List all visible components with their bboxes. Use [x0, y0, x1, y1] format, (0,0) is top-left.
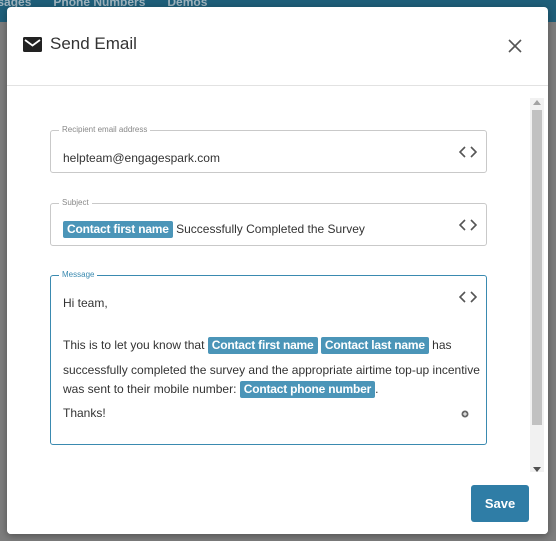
send-email-modal: Send Email Recipient email address helpt…: [7, 7, 548, 534]
message-line: This is to let you know that Contact fir…: [63, 337, 452, 354]
add-icon[interactable]: [461, 410, 469, 418]
code-icon[interactable]: [459, 146, 477, 158]
subject-label: Subject: [59, 198, 92, 208]
message-text: .: [375, 382, 379, 396]
subject-text: Successfully Completed the Survey: [176, 222, 365, 236]
message-line: Hi team,: [63, 296, 108, 310]
scrollbar[interactable]: [530, 98, 544, 472]
subject-value: Contact first name Successfully Complete…: [63, 221, 365, 238]
code-icon[interactable]: [459, 219, 477, 231]
message-label: Message: [59, 270, 98, 280]
recipient-email-field[interactable]: Recipient email address helpteam@engages…: [50, 125, 487, 173]
modal-body: Recipient email address helpteam@engages…: [7, 87, 548, 472]
scroll-up-icon[interactable]: [533, 100, 541, 105]
envelope-icon: [23, 37, 42, 52]
contact-phone-number-tag[interactable]: Contact phone number: [239, 381, 376, 398]
modal-title: Send Email: [50, 34, 137, 53]
recipient-email-label: Recipient email address: [59, 125, 151, 135]
message-text: has: [432, 338, 452, 352]
recipient-email-value: helpteam@engagespark.com: [63, 151, 220, 165]
modal-footer: Save: [7, 472, 548, 534]
message-text: This is to let you know that: [63, 338, 205, 352]
message-text: was sent to their mobile number:: [63, 382, 237, 396]
message-line: successfully completed the survey and th…: [63, 363, 480, 377]
save-button[interactable]: Save: [471, 485, 529, 522]
close-icon[interactable]: [505, 36, 525, 56]
contact-first-name-tag[interactable]: Contact first name: [207, 337, 318, 354]
scrollbar-thumb[interactable]: [532, 110, 542, 425]
modal-header: Send Email: [7, 7, 548, 86]
message-line: Thanks!: [63, 406, 106, 420]
contact-last-name-tag[interactable]: Contact last name: [320, 337, 429, 354]
subject-field[interactable]: Subject Contact first name Successfully …: [50, 198, 487, 246]
code-icon[interactable]: [459, 291, 477, 303]
contact-first-name-tag[interactable]: Contact first name: [63, 221, 173, 238]
message-line: was sent to their mobile number: Contact…: [63, 381, 378, 398]
message-field[interactable]: Message Hi team, This is to let you know…: [50, 270, 487, 445]
